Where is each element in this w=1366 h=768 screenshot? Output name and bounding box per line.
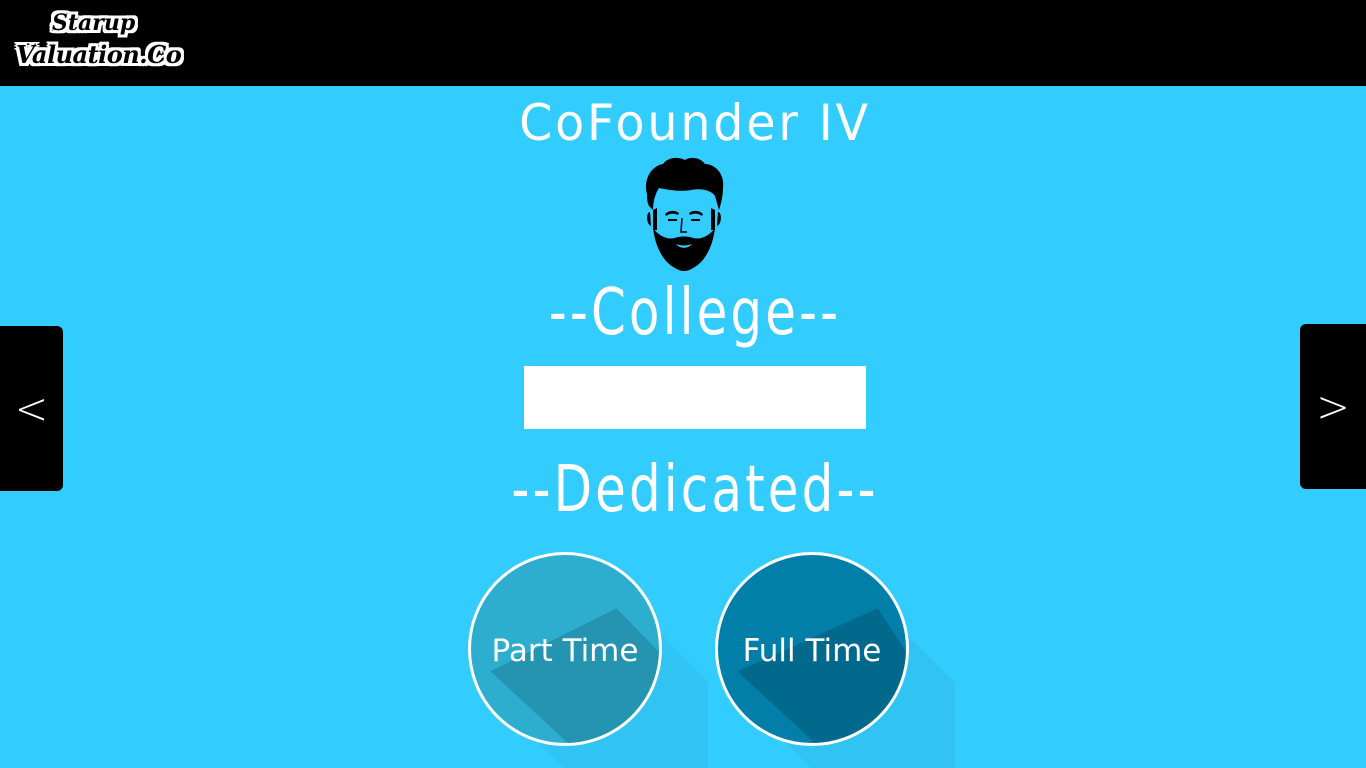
logo-line-2: Valuation.Co <box>16 40 182 69</box>
logo-line-1: Starup <box>52 10 136 36</box>
dedicated-label: --Dedicated-- <box>511 453 879 527</box>
main-content: CoFounder IV --College-- --Dedicated-- <box>0 86 1366 768</box>
bearded-man-icon <box>641 156 727 272</box>
full-time-label: Full Time <box>742 633 882 669</box>
chevron-left-icon: < <box>14 383 49 434</box>
top-bar: Starup Valuation.Co <box>0 0 1366 86</box>
previous-button[interactable]: < <box>0 326 63 491</box>
college-label: --College-- <box>548 276 842 350</box>
starup-valuation-logo[interactable]: Starup Valuation.Co <box>14 10 186 74</box>
part-time-button[interactable]: Part Time <box>468 552 662 746</box>
full-time-button[interactable]: Full Time <box>715 552 909 746</box>
part-time-label: Part Time <box>491 633 639 669</box>
next-button[interactable]: > <box>1300 324 1366 489</box>
college-input[interactable] <box>524 366 866 429</box>
page-title: CoFounder IV <box>519 94 871 152</box>
chevron-right-icon: > <box>1316 381 1350 432</box>
